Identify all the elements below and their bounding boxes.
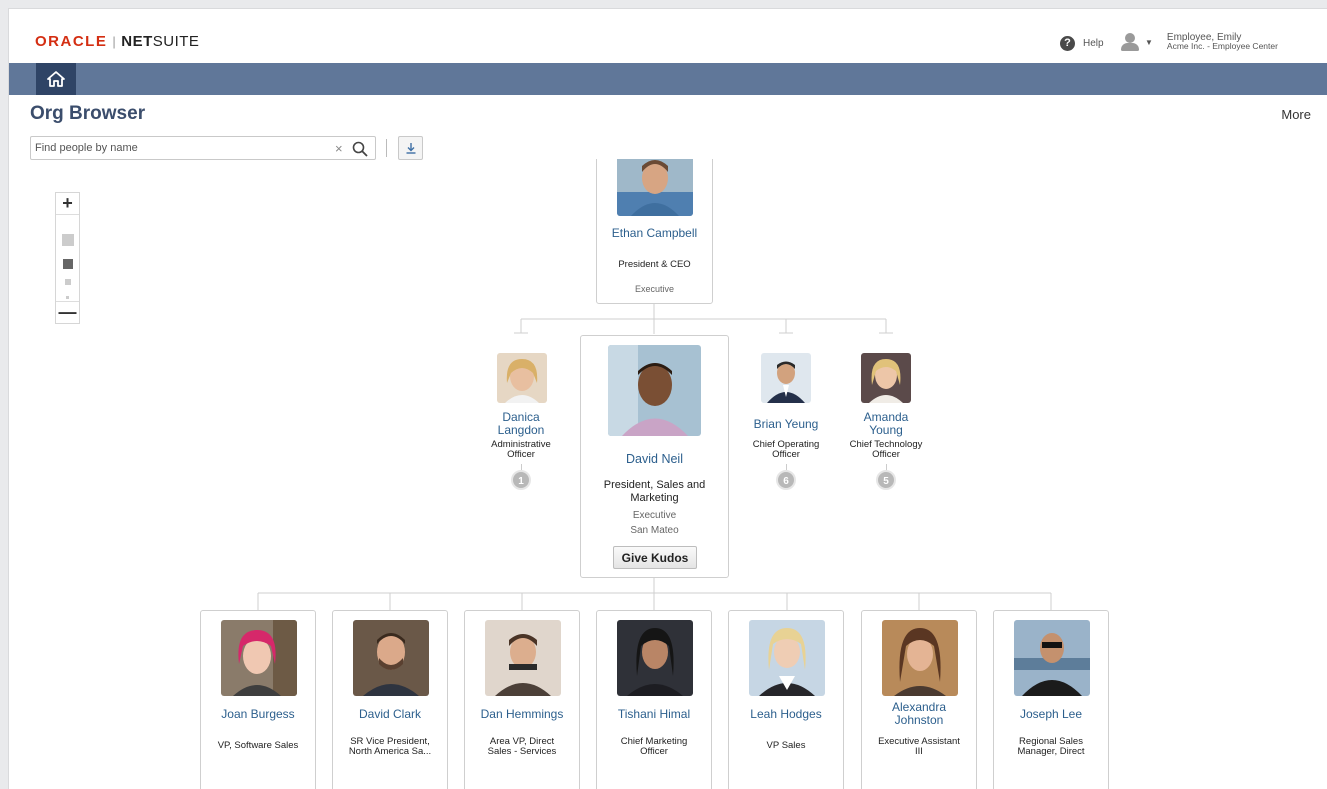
person-title: Executive Assistant III [878,736,960,757]
direct-reports-badge[interactable]: 1 [511,470,531,490]
more-menu[interactable]: More [1281,107,1311,122]
person-title: Chief Operating Officer [752,439,820,460]
org-card-report[interactable]: Alexandra Johnston Executive Assistant III [861,610,977,789]
org-card-peer[interactable]: Brian Yeung Chief Operating Officer 6 [745,350,827,500]
download-button[interactable] [398,136,423,160]
home-icon [47,71,65,87]
logo-net: NET [121,33,153,50]
person-name[interactable]: Joseph Lee [994,708,1108,721]
logo-suite: SUITE [152,33,200,50]
person-name[interactable]: Amanda Young [843,411,929,437]
user-menu[interactable]: ▼ Employee, Emily Acme Inc. - Employee C… [1119,33,1278,51]
org-card-selected[interactable]: David Neil President, Sales and Marketing… [580,335,729,578]
avatar [608,345,701,436]
person-name[interactable]: Brian Yeung [745,418,827,431]
person-name[interactable]: Tishani Himal [597,708,711,721]
person-title: Chief Technology Officer [849,439,923,460]
direct-reports-badge[interactable]: 5 [876,470,896,490]
person-title: Chief Marketing Officer [620,736,688,757]
person-title: Area VP, Direct Sales - Services [487,736,557,757]
avatar [485,620,561,696]
user-info: Employee, Emily Acme Inc. - Employee Cen… [1167,33,1278,51]
direct-reports-badge[interactable]: 6 [776,470,796,490]
chevron-down-icon: ▼ [1145,37,1153,47]
person-location: San Mateo [630,525,679,536]
page-title: Org Browser [30,103,146,124]
person-title: VP, Software Sales [217,740,299,751]
person-title: Administrative Officer [491,439,551,460]
logo-oracle: ORACLE [35,33,108,50]
person-name[interactable]: David Neil [581,453,728,466]
home-button[interactable] [36,63,76,95]
search-box: × [30,136,376,160]
org-card-report[interactable]: David Clark SR Vice President, North Amer… [332,610,448,789]
help-label: Help [1083,38,1104,49]
person-title: Regional Sales Manager, Direct [1017,736,1085,757]
user-icon [1119,33,1141,51]
app-window: ORACLE | NETSUITE ? Help ▼ Employee, Emily… [8,8,1327,789]
person-department: Executive [634,284,675,294]
person-title: President, Sales and Marketing [603,479,706,504]
person-name[interactable]: Alexandra Johnston [862,701,976,727]
org-card-report[interactable]: Dan Hemmings Area VP, Direct Sales - Serv… [464,610,580,789]
org-card-report[interactable]: Joseph Lee Regional Sales Manager, Direct [993,610,1109,789]
user-org: Acme Inc. - Employee Center [1166,41,1278,51]
org-chart-canvas[interactable]: Ethan Campbell President & CEO Executive… [9,159,1327,789]
avatar [882,620,958,696]
avatar [1014,620,1090,696]
org-card-report[interactable]: Leah Hodges VP Sales [728,610,844,789]
search-icon[interactable] [351,140,369,158]
avatar [353,620,429,696]
give-kudos-button[interactable]: Give Kudos [613,546,697,569]
person-name[interactable]: Danica Langdon [481,411,561,437]
top-header: ORACLE | NETSUITE ? Help ▼ Employee, Emily… [9,9,1327,63]
download-icon [406,143,415,154]
avatar [749,620,825,696]
avatar [761,353,811,403]
help-icon: ? [1060,36,1075,51]
org-card-peer[interactable]: Amanda Young Chief Technology Officer 5 [843,350,929,500]
person-department: Executive [632,510,677,521]
avatar [617,159,693,216]
person-name[interactable]: Dan Hemmings [465,708,579,721]
toolbar-divider [386,139,387,157]
org-card-root[interactable]: Ethan Campbell President & CEO Executive [596,159,713,304]
person-name[interactable]: Joan Burgess [201,708,315,721]
avatar [617,620,693,696]
avatar [497,353,547,403]
org-card-peer[interactable]: Danica Langdon Administrative Officer 1 [481,350,561,500]
avatar [221,620,297,696]
logo-separator: | [112,34,117,49]
nav-bar [9,63,1327,95]
org-card-report[interactable]: Joan Burgess VP, Software Sales [200,610,316,789]
person-title: President & CEO [618,259,691,270]
person-name[interactable]: Ethan Campbell [597,227,712,240]
person-title: SR Vice President, North America Sa... [348,736,432,757]
person-name[interactable]: David Clark [333,708,447,721]
org-card-report[interactable]: Tishani Himal Chief Marketing Officer [596,610,712,789]
person-title: VP Sales [766,740,806,751]
clear-icon[interactable]: × [335,141,343,156]
person-name[interactable]: Leah Hodges [729,708,843,721]
avatar [861,353,911,403]
oracle-netsuite-logo[interactable]: ORACLE | NETSUITE [35,33,199,50]
search-input[interactable] [35,139,325,157]
help-link[interactable]: ? Help [1060,36,1104,51]
